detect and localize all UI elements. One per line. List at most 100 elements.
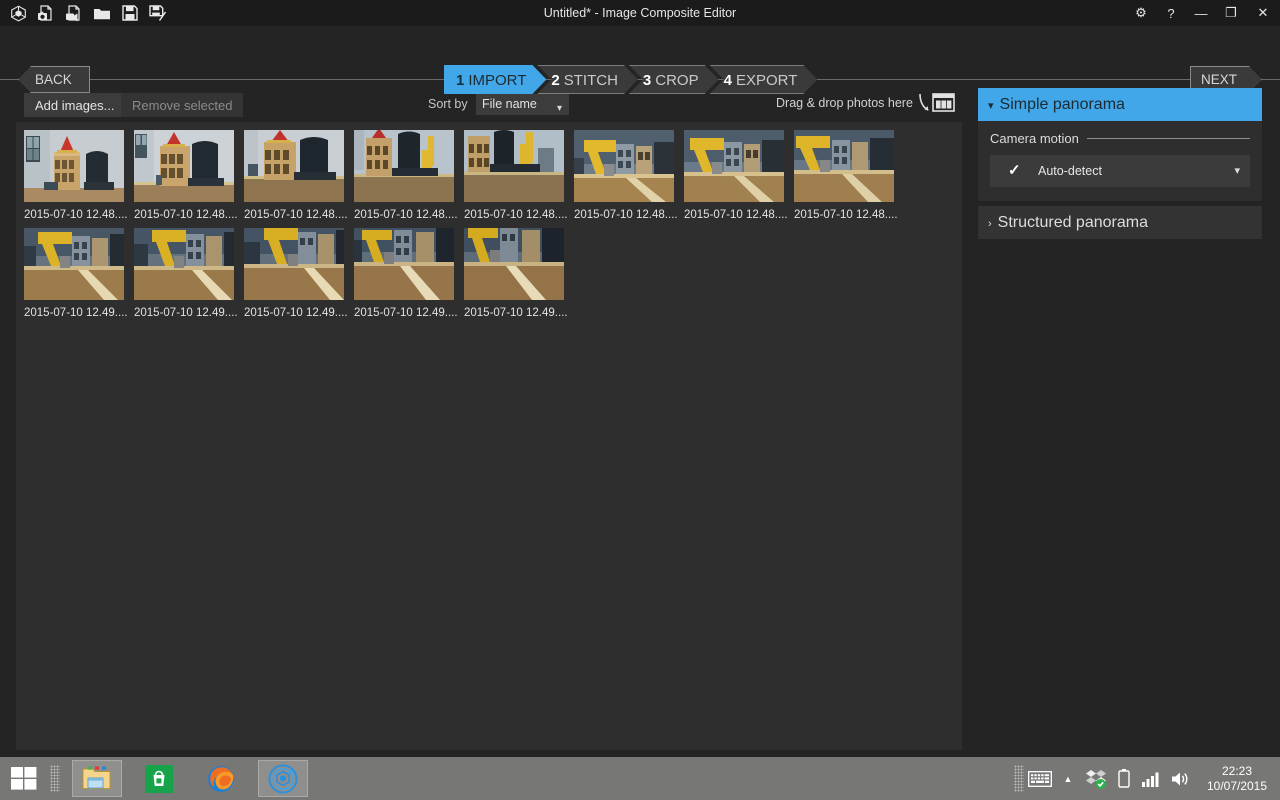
battery-icon[interactable] [1110,757,1138,800]
photo-thumbnail[interactable]: 2015-07-10 12.48.... [684,130,794,221]
photo-thumbnail-image [464,228,564,300]
photo-thumbnail-image [134,130,234,202]
maximize-restore-button[interactable]: ❐ [1216,0,1246,26]
save-icon[interactable] [116,0,144,26]
new-from-video-icon[interactable] [60,0,88,26]
dropbox-icon[interactable] [1082,757,1110,800]
photo-thumbnail-caption: 2015-07-10 12.48.... [134,209,238,221]
step-stitch-label: STITCH [563,72,618,89]
taskbar-grip-2[interactable] [1014,765,1024,792]
simple-panorama-section-header[interactable]: ▾ Simple panorama [978,88,1262,121]
photo-thumbnail-image [24,228,124,300]
save-as-icon[interactable] [144,0,172,26]
photo-import-canvas[interactable]: 2015-07-10 12.48.... 2015-07-10 12.48...… [16,122,962,750]
photo-thumbnail-caption: 2015-07-10 12.48.... [244,209,348,221]
remove-selected-button[interactable]: Remove selected [121,93,244,117]
open-folder-icon[interactable] [88,0,116,26]
taskbar-firefox[interactable] [196,760,246,797]
step-crop[interactable]: 3 CROP [629,65,719,94]
show-hidden-icons-arrow[interactable]: ▲ [1054,757,1082,800]
taskbar-ice[interactable] [258,760,308,797]
photo-thumbnail[interactable]: 2015-07-10 12.48.... [244,130,354,221]
photo-thumbnail-image [354,228,454,300]
photo-thumbnail-caption: 2015-07-10 12.49.... [244,307,348,319]
windows-taskbar: ▲ 22:23 10/07/2015 [0,757,1280,800]
help-icon[interactable]: ? [1156,0,1186,26]
photo-thumbnail-caption: 2015-07-10 12.49.... [464,307,568,319]
step-import[interactable]: 1 IMPORT [444,65,546,94]
photo-thumbnail-caption: 2015-07-10 12.48.... [574,209,678,221]
sort-by-label: Sort by [428,97,468,111]
step-export-number: 4 [723,72,732,89]
drag-drop-hint: Drag & drop photos here [776,96,913,110]
network-signal-icon[interactable] [1138,757,1166,800]
step-stitch[interactable]: 2 STITCH [537,65,638,94]
step-crop-label: CROP [655,72,699,89]
ice-application-window: Untitled* - Image Composite Editor ⚙ ? —… [0,0,1280,800]
photo-thumbnail[interactable]: 2015-07-10 12.49.... [354,228,464,319]
clock-time: 22:23 [1221,763,1253,778]
taskbar-file-explorer[interactable] [72,760,122,797]
photo-thumbnail-caption: 2015-07-10 12.49.... [354,307,458,319]
volume-icon[interactable] [1166,757,1194,800]
photo-thumbnail[interactable]: 2015-07-10 12.49.... [464,228,574,319]
settings-gear-icon[interactable]: ⚙ [1126,0,1156,26]
structured-panorama-section-header[interactable]: › Structured panorama [978,206,1262,239]
chevron-right-icon: › [988,218,992,230]
structured-panorama-title: Structured panorama [997,214,1148,231]
camera-motion-field: Camera motion [990,131,1250,146]
close-button[interactable]: ✕ [1246,0,1280,26]
app-cube-icon[interactable] [4,0,32,26]
photo-thumbnail[interactable]: 2015-07-10 12.49.... [134,228,244,319]
drag-drop-target-icon [918,91,956,115]
photo-thumbnail-image [134,228,234,300]
chevron-down-icon: ▾ [556,103,562,114]
taskbar-grip-1[interactable] [50,765,60,792]
simple-panorama-section-body: Camera motion ✓ Auto-detect ▾ [978,121,1262,201]
minimize-button[interactable]: — [1186,0,1216,26]
sort-by-dropdown[interactable]: File name ▾ [476,94,569,115]
photo-thumbnail-caption: 2015-07-10 12.48.... [354,209,458,221]
new-from-images-icon[interactable] [32,0,60,26]
camera-motion-divider [1086,138,1250,139]
add-images-button[interactable]: Add images... [24,93,126,117]
photo-thumbnail[interactable]: 2015-07-10 12.49.... [244,228,354,319]
photo-thumbnail[interactable]: 2015-07-10 12.48.... [134,130,244,221]
photo-thumbnail[interactable]: 2015-07-10 12.48.... [24,130,134,221]
taskbar-clock[interactable]: 22:23 10/07/2015 [1194,757,1280,800]
photo-thumbnail[interactable]: 2015-07-10 12.49.... [24,228,134,319]
photo-thumbnail-caption: 2015-07-10 12.48.... [464,209,568,221]
thumbnail-grid: 2015-07-10 12.48.... 2015-07-10 12.48...… [24,130,954,326]
photo-thumbnail[interactable]: 2015-07-10 12.48.... [794,130,904,221]
clock-date: 10/07/2015 [1206,778,1268,793]
step-export-label: EXPORT [735,72,798,89]
chevron-down-icon: ▾ [988,100,994,112]
camera-motion-label: Camera motion [990,131,1079,146]
camera-motion-dropdown[interactable]: ✓ Auto-detect ▾ [990,155,1250,187]
photo-thumbnail-image [574,130,674,202]
sort-by-value: File name [482,97,537,111]
check-icon: ✓ [1008,162,1021,179]
camera-motion-value: Auto-detect [1038,164,1102,178]
photo-thumbnail-caption: 2015-07-10 12.49.... [24,307,128,319]
options-panel: ▾ Simple panorama Camera motion ✓ Auto-de… [978,88,1262,239]
touch-keyboard-icon[interactable] [1026,757,1054,800]
step-export[interactable]: 4 EXPORT [710,65,818,94]
chevron-down-icon: ▾ [1234,165,1240,177]
step-import-number: 1 [456,72,465,89]
taskbar-store[interactable] [134,760,184,797]
photo-thumbnail[interactable]: 2015-07-10 12.48.... [574,130,684,221]
quick-access-toolbar [4,0,172,26]
title-bar: Untitled* - Image Composite Editor ⚙ ? —… [0,0,1280,26]
wizard-steps: 1 IMPORT 2 STITCH 3 CROP 4 EXPORT [444,65,808,94]
photo-thumbnail-caption: 2015-07-10 12.48.... [684,209,788,221]
photo-thumbnail-caption: 2015-07-10 12.49.... [134,307,238,319]
start-button[interactable] [0,757,48,800]
photo-thumbnail-image [684,130,784,202]
photo-thumbnail-caption: 2015-07-10 12.48.... [794,209,898,221]
window-controls: ⚙ ? — ❐ ✕ [1126,0,1280,26]
back-button[interactable]: BACK [18,66,90,93]
step-crop-number: 3 [642,72,652,89]
photo-thumbnail[interactable]: 2015-07-10 12.48.... [354,130,464,221]
photo-thumbnail[interactable]: 2015-07-10 12.48.... [464,130,574,221]
